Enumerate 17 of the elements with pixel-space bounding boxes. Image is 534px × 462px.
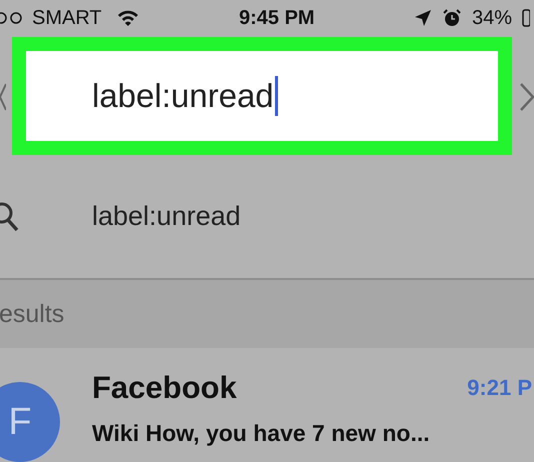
section-title: esults: [0, 300, 64, 329]
carrier-name: SMART: [32, 6, 102, 30]
alarm-clock-icon: [442, 8, 462, 28]
email-time: 9:21 P: [467, 375, 532, 401]
forward-chevron-icon[interactable]: [520, 82, 534, 112]
search-suggestion[interactable]: label:unread: [92, 201, 241, 232]
email-snippet: Wiki How, you have 7 new no...: [92, 420, 431, 447]
text-cursor: [274, 76, 278, 116]
back-chevron-icon[interactable]: [0, 82, 6, 112]
location-arrow-icon: [414, 9, 432, 28]
email-sender: Facebook: [92, 370, 237, 406]
battery-icon: [522, 9, 530, 28]
battery-percent: 34%: [472, 6, 512, 30]
wifi-icon: [116, 9, 140, 28]
search-field[interactable]: label:unread: [26, 50, 498, 141]
clock-time: 9:45 PM: [239, 6, 315, 30]
avatar: F: [0, 382, 60, 462]
